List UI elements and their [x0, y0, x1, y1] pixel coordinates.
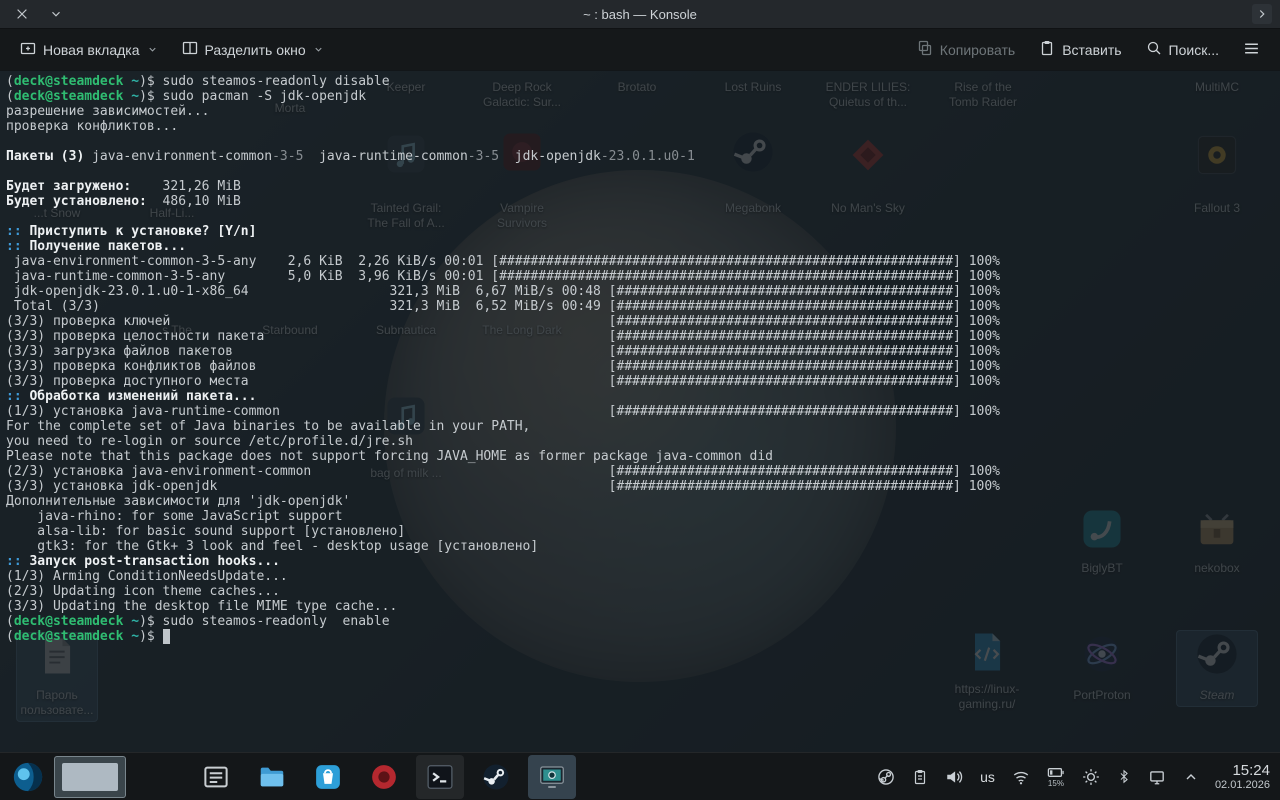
copy-label: Копировать [940, 42, 1015, 58]
taskbar-apps [192, 755, 576, 799]
bluetooth-icon[interactable] [1117, 768, 1131, 785]
terminal-line: (1/3) установка java-runtime-common [###… [6, 404, 1280, 419]
application-launcher-button[interactable] [10, 759, 46, 795]
konsole-toolbar: Новая вкладка Разделить окно Копи [0, 29, 1280, 71]
window-title: ~ : bash — Konsole [0, 7, 1280, 22]
terminal-line: Будет загружено: 321,26 MiB [6, 179, 1280, 194]
steam-tray-icon[interactable] [877, 768, 895, 786]
terminal-line: Please note that this package does not s… [6, 449, 1280, 464]
new-tab-button[interactable]: Новая вкладка [10, 34, 168, 65]
terminal-line: alsa-lib: for basic sound support [устан… [6, 524, 1280, 539]
terminal-line [6, 164, 1280, 179]
screen: KeeperDeep RockGalactic: Sur...BrotatoLo… [0, 0, 1280, 800]
terminal-line [6, 209, 1280, 224]
split-window-label: Разделить окно [205, 42, 306, 58]
copy-button[interactable]: Копировать [907, 34, 1025, 65]
terminal-line: gtk3: for the Gtk+ 3 look and feel - des… [6, 539, 1280, 554]
terminal-line: (3/3) проверка доступного места [#######… [6, 374, 1280, 389]
terminal-line: :: Запуск post-transaction hooks... [6, 554, 1280, 569]
terminal-line: :: Приступить к установке? [Y/n] [6, 224, 1280, 239]
terminal-output[interactable]: (deck@steamdeck ~)$ sudo steamos-readonl… [0, 70, 1280, 752]
terminal-line: you need to re-login or source /etc/prof… [6, 434, 1280, 449]
clock-time: 15:24 [1215, 762, 1270, 779]
terminal-line: Дополнительные зависимости для 'jdk-open… [6, 494, 1280, 509]
brightness-icon[interactable] [1082, 768, 1100, 786]
wifi-icon[interactable] [1012, 768, 1030, 786]
terminal-line: java-environment-common-3-5-any 2,6 KiB … [6, 254, 1280, 269]
terminal-line: (deck@steamdeck ~)$ sudo steamos-readonl… [6, 74, 1280, 89]
task-browser[interactable] [360, 755, 408, 799]
paste-icon [1039, 40, 1055, 59]
terminal-line [6, 134, 1280, 149]
battery-percent-label: 15% [1048, 780, 1064, 788]
terminal-line: (deck@steamdeck ~)$ [6, 629, 1280, 644]
terminal-line: :: Получение пакетов... [6, 239, 1280, 254]
hamburger-menu-button[interactable] [1233, 34, 1270, 66]
device-icon[interactable] [1148, 768, 1166, 786]
chevron-down-icon [147, 42, 158, 58]
terminal-line: java-runtime-common-3-5-any 5,0 KiB 3,96… [6, 269, 1280, 284]
terminal-line: Будет установлено: 486,10 MiB [6, 194, 1280, 209]
terminal-line: проверка конфликтов... [6, 119, 1280, 134]
terminal-line: :: Обработка изменений пакета... [6, 389, 1280, 404]
hamburger-icon [1243, 40, 1260, 60]
clock-date: 02.01.2026 [1215, 779, 1270, 791]
terminal-line: Пакеты (3) java-environment-common-3-5 j… [6, 149, 1280, 164]
clipboard-icon[interactable] [912, 769, 928, 785]
search-icon [1146, 40, 1162, 59]
terminal-line: (3/3) установка jdk-openjdk [###########… [6, 479, 1280, 494]
tray-expander-caret[interactable] [1183, 769, 1199, 785]
task-steam[interactable] [472, 755, 520, 799]
battery-indicator[interactable]: 15% [1047, 766, 1065, 788]
terminal-line: разрешение зависимостей... [6, 104, 1280, 119]
terminal-line: (2/3) установка java-environment-common … [6, 464, 1280, 479]
terminal-line: (deck@steamdeck ~)$ sudo pacman -S jdk-o… [6, 89, 1280, 104]
chevron-down-icon[interactable] [46, 4, 66, 24]
terminal-line: jdk-openjdk-23.0.1.u0-1-x86_64 321,3 MiB… [6, 284, 1280, 299]
launcher-icon [11, 760, 45, 794]
terminal-line: (3/3) проверка конфликтов файлов [######… [6, 359, 1280, 374]
window-titlebar: ~ : bash — Konsole [0, 0, 1280, 29]
task-window-list[interactable] [192, 755, 240, 799]
volume-icon[interactable] [945, 768, 963, 786]
terminal-line: Total (3/3) 321,3 MiB 6,52 MiB/s 00:49 [… [6, 299, 1280, 314]
paste-button[interactable]: Вставить [1029, 34, 1131, 65]
terminal-line: java-rhino: for some JavaScript support [6, 509, 1280, 524]
search-button[interactable]: Поиск... [1136, 34, 1229, 65]
clock[interactable]: 15:24 02.01.2026 [1215, 762, 1270, 791]
copy-icon [917, 40, 933, 59]
terminal-line: (3/3) проверка ключей [#################… [6, 314, 1280, 329]
split-window-button[interactable]: Разделить окно [172, 34, 334, 65]
terminal-line: (3/3) загрузка файлов пакетов [#########… [6, 344, 1280, 359]
window-preview-thumbnail[interactable] [54, 756, 126, 798]
terminal-line: (3/3) проверка целостности пакета [#####… [6, 329, 1280, 344]
paste-label: Вставить [1062, 42, 1121, 58]
split-window-icon [182, 40, 198, 59]
task-discover[interactable] [304, 755, 352, 799]
taskbar: us 15% 15:24 02.01.2026 [0, 752, 1280, 800]
task-file-manager[interactable] [248, 755, 296, 799]
system-tray: us 15% [877, 766, 1199, 788]
terminal-line: (deck@steamdeck ~)$ sudo steamos-readonl… [6, 614, 1280, 629]
keyboard-layout-indicator[interactable]: us [980, 770, 995, 784]
keyboard-layout-label: us [980, 770, 995, 784]
search-label: Поиск... [1169, 42, 1219, 58]
task-konsole[interactable] [416, 755, 464, 799]
chevron-right-icon[interactable] [1252, 4, 1272, 24]
konsole-window: ~ : bash — Konsole Новая вкладка [0, 0, 1280, 752]
terminal-line: For the complete set of Java binaries to… [6, 419, 1280, 434]
new-tab-icon [20, 40, 36, 59]
terminal-line: (2/3) Updating icon theme caches... [6, 584, 1280, 599]
chevron-down-icon [313, 42, 324, 58]
new-tab-label: Новая вкладка [43, 42, 140, 58]
terminal-line: (3/3) Updating the desktop file MIME typ… [6, 599, 1280, 614]
task-spectacle[interactable] [528, 755, 576, 799]
terminal-line: (1/3) Arming ConditionNeedsUpdate... [6, 569, 1280, 584]
close-icon[interactable] [12, 4, 32, 24]
